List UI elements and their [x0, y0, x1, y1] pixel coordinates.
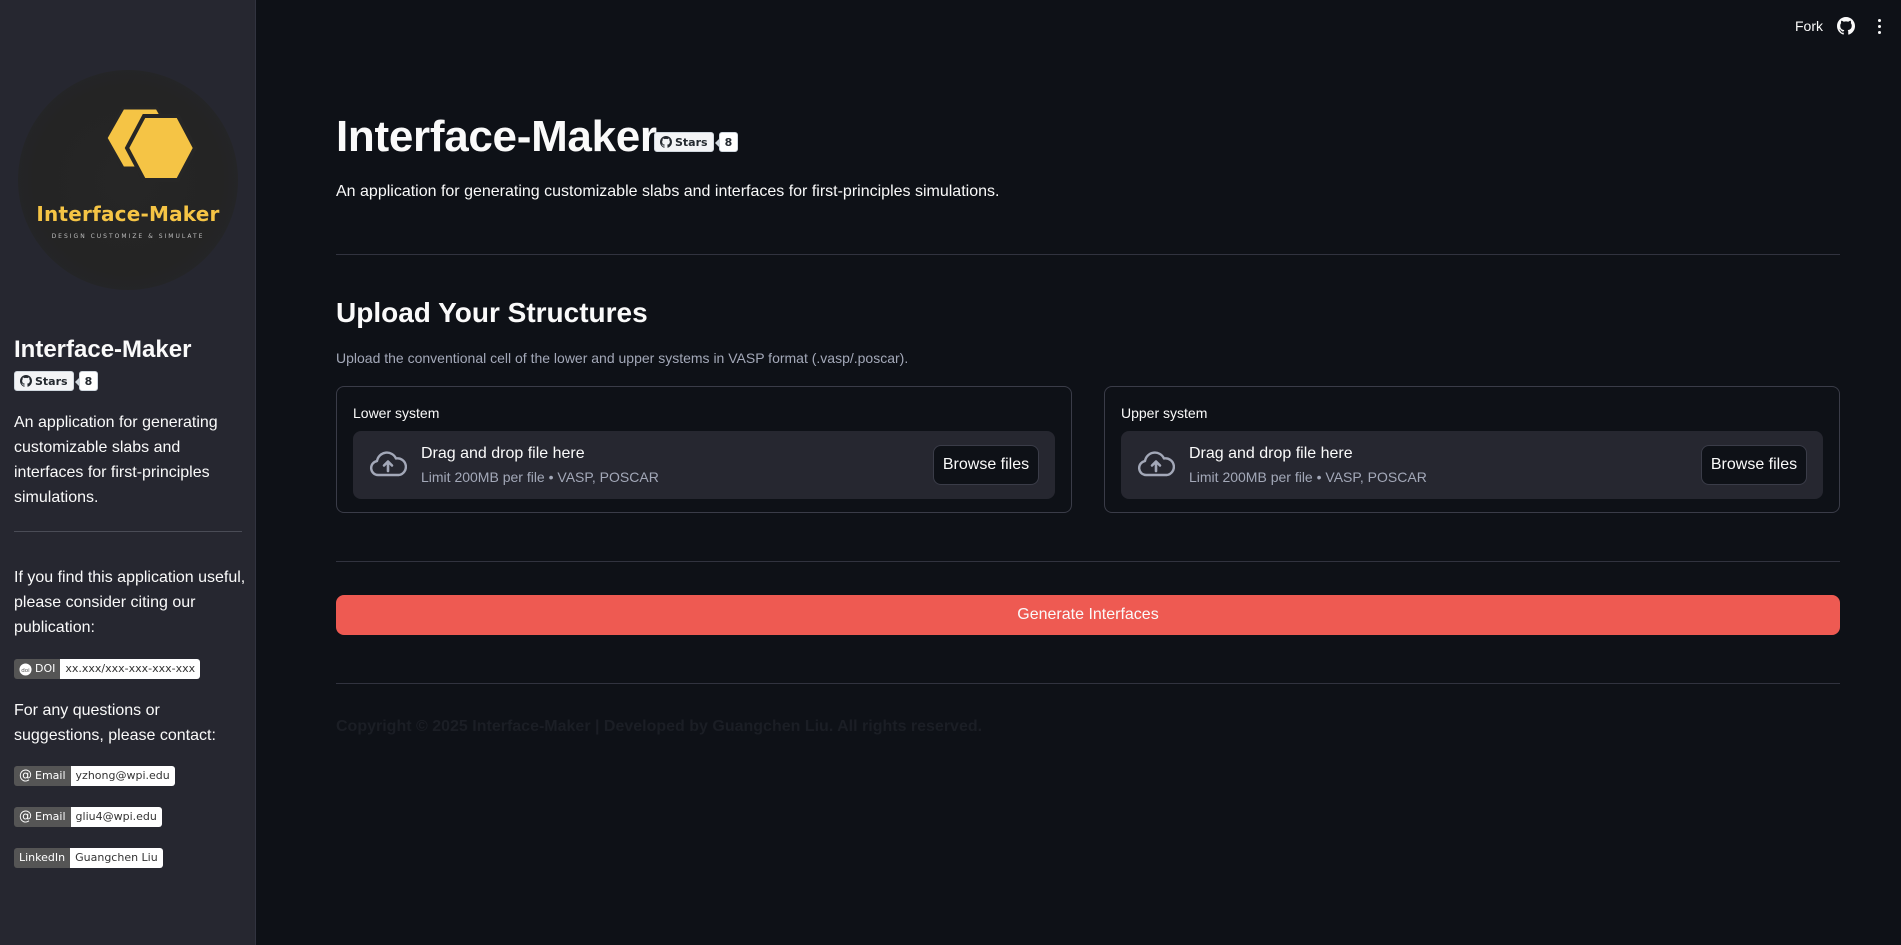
- dropzone-title: Drag and drop file here: [1189, 445, 1353, 462]
- divider: [336, 254, 1840, 255]
- doi-label: DOI: [35, 662, 56, 675]
- browse-files-button[interactable]: Browse files: [933, 445, 1039, 485]
- doi-value: xx.xxx/xxx-xxx-xxx-xxx: [60, 659, 201, 679]
- upper-system-uploader: Upper system Drag and drop file here Lim…: [1104, 386, 1840, 513]
- github-icon: [660, 136, 672, 148]
- app-logo: Interface-Maker DESIGN CUSTOMIZE & SIMUL…: [18, 70, 238, 290]
- stars-count: 8: [74, 371, 99, 391]
- cloud-upload-icon: [1137, 451, 1175, 477]
- sidebar-title: Interface-Maker: [14, 336, 192, 363]
- email-value: yzhong@wpi.edu: [70, 766, 175, 786]
- at-icon: @: [19, 809, 32, 824]
- file-dropzone[interactable]: Drag and drop file here Limit 200MB per …: [1121, 431, 1823, 499]
- linkedin-badge[interactable]: LinkedIn Guangchen Liu: [14, 848, 163, 868]
- page-subtitle: An application for generating customizab…: [336, 183, 1000, 200]
- divider: [336, 683, 1840, 684]
- email-badge-gliu4[interactable]: @ Email gliu4@wpi.edu: [14, 807, 162, 827]
- sidebar-divider: [14, 531, 242, 532]
- linkedin-value: Guangchen Liu: [70, 848, 163, 868]
- sidebar-description: An application for generating customizab…: [14, 414, 218, 506]
- dropzone-limit: Limit 200MB per file • VASP, POSCAR: [421, 469, 659, 485]
- doi-badge[interactable]: doi DOI xx.xxx/xxx-xxx-xxx-xxx: [14, 659, 201, 679]
- page-title: Interface-Maker: [336, 112, 657, 161]
- upload-section-title: Upload Your Structures: [336, 297, 648, 328]
- generate-interfaces-button[interactable]: Generate Interfaces: [336, 595, 1840, 635]
- email-value: gliu4@wpi.edu: [70, 807, 162, 827]
- logo-title: Interface-Maker: [36, 202, 220, 226]
- more-vert-icon[interactable]: [1869, 16, 1889, 36]
- divider: [336, 561, 1840, 562]
- uploader-label: Lower system: [353, 405, 440, 421]
- email-label: Email: [35, 769, 66, 782]
- github-icon: [20, 375, 32, 387]
- cloud-upload-icon: [369, 451, 407, 477]
- at-icon: @: [19, 768, 32, 783]
- sidebar-contact-text: For any questions or suggestions, please…: [14, 702, 216, 744]
- stars-label: Stars: [675, 135, 708, 149]
- browse-files-button[interactable]: Browse files: [1701, 445, 1807, 485]
- logo-tagline: DESIGN CUSTOMIZE & SIMULATE: [51, 233, 205, 240]
- github-stars-badge[interactable]: Stars 8: [654, 132, 739, 152]
- sidebar-cite-text: If you find this application useful, ple…: [14, 569, 246, 636]
- uploader-label: Upper system: [1121, 405, 1208, 421]
- stars-label: Stars: [35, 374, 68, 388]
- dropzone-title: Drag and drop file here: [421, 445, 585, 462]
- email-label: Email: [35, 810, 66, 823]
- main-content: Interface-Maker Stars 8 An application fo…: [336, 0, 1840, 945]
- linkedin-label: LinkedIn: [19, 851, 66, 864]
- upload-section-caption: Upload the conventional cell of the lowe…: [336, 350, 909, 366]
- sidebar-github-stars-badge[interactable]: Stars 8: [14, 371, 99, 391]
- doi-icon: doi: [19, 662, 32, 676]
- lower-system-uploader: Lower system Drag and drop file here Lim…: [336, 386, 1072, 513]
- dropzone-limit: Limit 200MB per file • VASP, POSCAR: [1189, 469, 1427, 485]
- svg-text:doi: doi: [21, 667, 30, 673]
- email-badge-yzhong[interactable]: @ Email yzhong@wpi.edu: [14, 766, 175, 786]
- sidebar: Interface-Maker DESIGN CUSTOMIZE & SIMUL…: [0, 0, 256, 945]
- stars-count: 8: [714, 132, 739, 152]
- file-dropzone[interactable]: Drag and drop file here Limit 200MB per …: [353, 431, 1055, 499]
- footer-copyright: Copyright © 2025 Interface-Maker | Devel…: [336, 718, 983, 735]
